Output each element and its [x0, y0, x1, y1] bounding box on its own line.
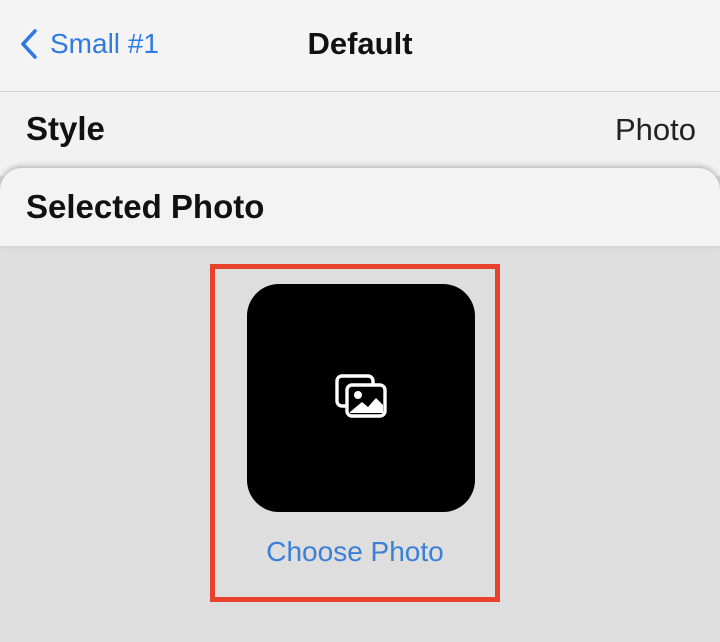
navigation-bar: Small #1 Default: [0, 0, 720, 92]
photo-tile-button[interactable]: [247, 284, 475, 512]
style-row[interactable]: Style Photo: [0, 92, 720, 176]
style-value: Photo: [614, 112, 696, 147]
photos-icon: [334, 373, 388, 424]
style-label: Style: [26, 110, 105, 147]
page-title: Default: [307, 26, 413, 61]
selected-photo-header: Selected Photo: [0, 168, 720, 246]
selected-photo-label: Selected Photo: [26, 188, 265, 225]
choose-photo-link[interactable]: Choose Photo: [210, 536, 500, 568]
